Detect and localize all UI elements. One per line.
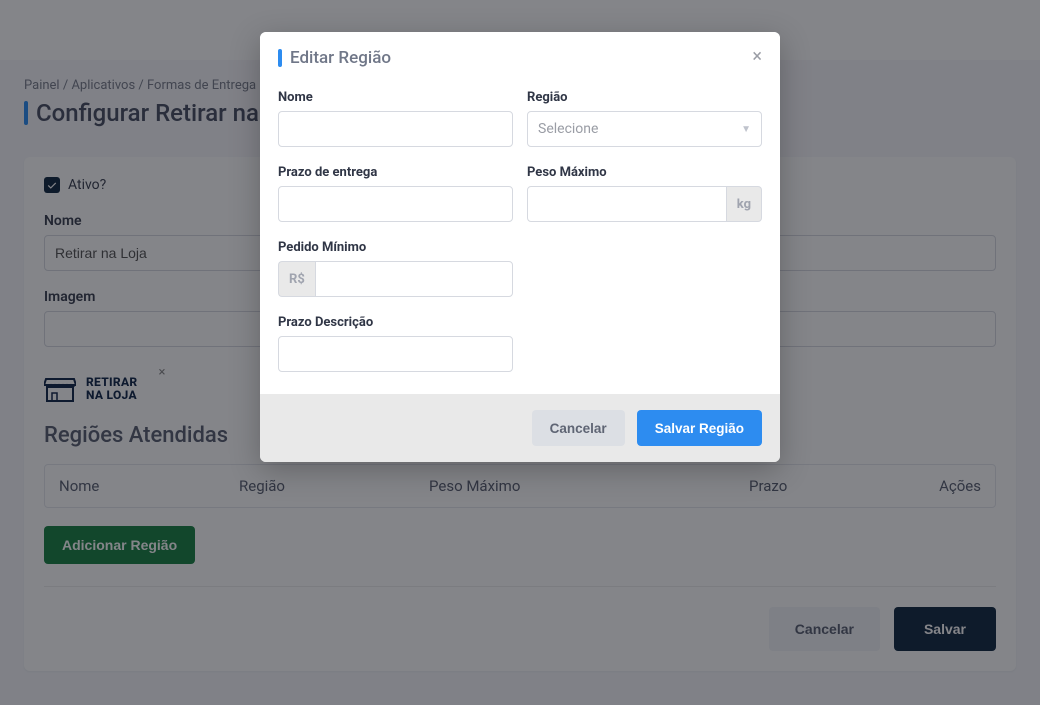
modal-nome-label: Nome: [278, 90, 513, 105]
modal-peso-label: Peso Máximo: [527, 165, 762, 180]
modal-title-accent: [278, 49, 282, 67]
modal-pedido-input-group: R$: [278, 261, 513, 297]
modal-nome-field: Nome: [278, 90, 513, 147]
empty-cell: [527, 240, 762, 297]
modal-form-grid: Nome Região Selecione ▼ Prazo de entrega…: [278, 90, 762, 372]
modal-overlay: Editar Região × Nome Região Selecione ▼ …: [0, 0, 1040, 705]
modal-prazo-desc-field: Prazo Descrição: [278, 315, 513, 372]
modal-prazo-field: Prazo de entrega: [278, 165, 513, 222]
modal-prazo-input[interactable]: [278, 186, 513, 222]
modal-pedido-prefix: R$: [278, 261, 315, 297]
modal-save-button[interactable]: Salvar Região: [637, 410, 762, 446]
modal-pedido-label: Pedido Mínimo: [278, 240, 513, 255]
modal-pedido-input[interactable]: [315, 261, 513, 297]
modal-regiao-label: Região: [527, 90, 762, 105]
modal-peso-suffix: kg: [727, 186, 762, 222]
modal-peso-field: Peso Máximo kg: [527, 165, 762, 222]
modal-title: Editar Região: [290, 48, 391, 68]
chevron-down-icon: ▼: [741, 124, 751, 135]
modal-cancel-button[interactable]: Cancelar: [532, 410, 625, 446]
modal-peso-input-group: kg: [527, 186, 762, 222]
edit-region-modal: Editar Região × Nome Região Selecione ▼ …: [260, 32, 780, 462]
modal-prazo-label: Prazo de entrega: [278, 165, 513, 180]
modal-prazo-desc-input[interactable]: [278, 336, 513, 372]
modal-peso-input[interactable]: [527, 186, 727, 222]
close-icon[interactable]: ×: [752, 48, 762, 66]
modal-nome-input[interactable]: [278, 111, 513, 147]
modal-regiao-placeholder: Selecione: [538, 121, 598, 137]
modal-body: Editar Região × Nome Região Selecione ▼ …: [260, 32, 780, 394]
modal-regiao-field: Região Selecione ▼: [527, 90, 762, 147]
modal-footer: Cancelar Salvar Região: [260, 394, 780, 462]
modal-pedido-field: Pedido Mínimo R$: [278, 240, 513, 297]
modal-prazo-desc-label: Prazo Descrição: [278, 315, 513, 330]
modal-title-row: Editar Região ×: [278, 48, 762, 68]
modal-regiao-select[interactable]: Selecione ▼: [527, 111, 762, 147]
